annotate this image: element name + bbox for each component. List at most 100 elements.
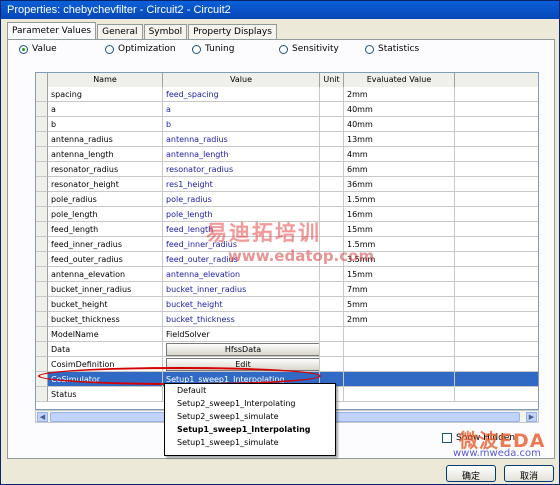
header-value[interactable]: Value [163,73,320,87]
radio-statistics[interactable]: Statistics [365,44,419,54]
scroll-right-icon[interactable]: ▶ [526,412,537,422]
cell-value[interactable]: antenna_length [163,147,320,162]
cell-name[interactable]: bucket_inner_radius [48,282,163,297]
cell-name[interactable]: b [48,117,163,132]
cell-evaluated[interactable]: 2mm [344,312,455,327]
cell-name[interactable]: resonator_height [48,177,163,192]
scroll-left-icon[interactable]: ◀ [37,412,48,422]
cell-unit[interactable] [320,267,344,282]
cell-value[interactable]: feed_spacing [163,87,320,102]
cell-value[interactable]: antenna_radius [163,132,320,147]
cell-value[interactable]: antenna_elevation [163,267,320,282]
cancel-button[interactable]: 取消 [504,465,554,482]
cell-name[interactable]: spacing [48,87,163,102]
cell-name[interactable]: feed_inner_radius [48,237,163,252]
dropdown-option-selected[interactable]: Setup1_sweep1_Interpolating [165,423,335,436]
radio-optimization[interactable]: Optimization [105,44,192,54]
cell-name[interactable]: pole_radius [48,192,163,207]
table-row[interactable]: resonator_height res1_height 36mm [36,177,538,192]
cell-unit[interactable] [320,147,344,162]
cell-value[interactable]: a [163,102,320,117]
cell-name[interactable]: feed_outer_radius [48,252,163,267]
cell-unit[interactable] [320,87,344,102]
dropdown-option[interactable]: Setup1_sweep1_simulate [165,436,335,449]
table-row[interactable]: antenna_elevation antenna_elevation 15mm [36,267,538,282]
table-row-data[interactable]: Data HfssData [36,342,538,357]
table-row[interactable]: pole_radius pole_radius 1.5mm [36,192,538,207]
cell-name[interactable]: antenna_length [48,147,163,162]
table-row[interactable]: antenna_length antenna_length 4mm [36,147,538,162]
cell-evaluated[interactable]: 6mm [344,162,455,177]
cell-unit[interactable] [320,312,344,327]
radio-value[interactable]: Value [19,44,105,54]
cell-value[interactable]: b [163,117,320,132]
cell-value[interactable]: bucket_thickness [163,312,320,327]
cell-evaluated[interactable]: 7mm [344,282,455,297]
cell-unit[interactable] [320,132,344,147]
cell-value[interactable]: FieldSolver [163,327,320,342]
table-row[interactable]: spacing feed_spacing 2mm [36,87,538,102]
dropdown-option[interactable]: Setup2_sweep1_simulate [165,410,335,423]
radio-sensitivity[interactable]: Sensitivity [279,44,365,54]
cell-unit[interactable] [320,117,344,132]
cell-name[interactable]: a [48,102,163,117]
cell-evaluated[interactable]: 16mm [344,207,455,222]
table-row[interactable]: antenna_radius antenna_radius 13mm [36,132,538,147]
tab-parameter-values[interactable]: Parameter Values [7,22,97,39]
cell-evaluated[interactable] [344,327,455,342]
table-row[interactable]: resonator_radius resonator_radius 6mm [36,162,538,177]
header-unit[interactable]: Unit [320,73,344,87]
cell-evaluated[interactable]: 1.5mm [344,192,455,207]
tab-strip: Parameter Values General Symbol Property… [7,22,278,40]
cell-name[interactable]: antenna_radius [48,132,163,147]
cell-name[interactable]: pole_length [48,207,163,222]
tab-general[interactable]: General [97,24,143,39]
tab-symbol[interactable]: Symbol [143,24,188,39]
cell-unit[interactable] [320,282,344,297]
cell-evaluated[interactable]: 13mm [344,132,455,147]
cell-value[interactable]: resonator_radius [163,162,320,177]
cell-evaluated[interactable]: 2mm [344,87,455,102]
cell-evaluated[interactable]: 4mm [344,147,455,162]
cell-name[interactable]: feed_length [48,222,163,237]
tab-property-displays[interactable]: Property Displays [188,24,277,39]
table-row[interactable]: ModelName FieldSolver [36,327,538,342]
table-row[interactable]: bucket_thickness bucket_thickness 2mm [36,312,538,327]
cell-unit[interactable] [320,162,344,177]
cell-name[interactable]: bucket_thickness [48,312,163,327]
cell-evaluated[interactable]: 15mm [344,222,455,237]
hfssdata-button[interactable]: HfssData [166,343,319,356]
radio-dot-icon [279,44,288,54]
cell-value[interactable]: res1_height [163,177,320,192]
cell-unit[interactable] [320,177,344,192]
cell-evaluated[interactable]: 40mm [344,117,455,132]
table-row[interactable]: b b 40mm [36,117,538,132]
cell-value[interactable]: bucket_inner_radius [163,282,320,297]
cell-evaluated[interactable]: 40mm [344,102,455,117]
cell-unit[interactable] [320,297,344,312]
cell-evaluated[interactable]: 5mm [344,297,455,312]
header-name[interactable]: Name [48,73,163,87]
dropdown-option[interactable]: Default [165,384,335,397]
cell-evaluated[interactable]: 36mm [344,177,455,192]
table-row[interactable]: a a 40mm [36,102,538,117]
watermark-url: www.edatop.com [228,247,375,265]
cell-value[interactable]: pole_radius [163,192,320,207]
cell-unit[interactable] [320,207,344,222]
cell-unit[interactable] [320,192,344,207]
radio-tuning[interactable]: Tuning [192,44,279,54]
cell-unit[interactable] [320,327,344,342]
cell-unit[interactable] [320,102,344,117]
cell-name[interactable]: resonator_radius [48,162,163,177]
table-row[interactable]: bucket_height bucket_height 5mm [36,297,538,312]
ok-button[interactable]: 确定 [446,465,496,482]
cell-value[interactable]: bucket_height [163,297,320,312]
table-row[interactable]: bucket_inner_radius bucket_inner_radius 7m… [36,282,538,297]
cell-name[interactable]: bucket_height [48,297,163,312]
cell-name[interactable]: ModelName [48,327,163,342]
cell-evaluated[interactable]: 15mm [344,267,455,282]
dropdown-option[interactable]: Setup2_sweep1_Interpolating [165,397,335,410]
cell-unit[interactable] [320,222,344,237]
header-evaluated-value[interactable]: Evaluated Value [344,73,455,87]
cell-name[interactable]: antenna_elevation [48,267,163,282]
